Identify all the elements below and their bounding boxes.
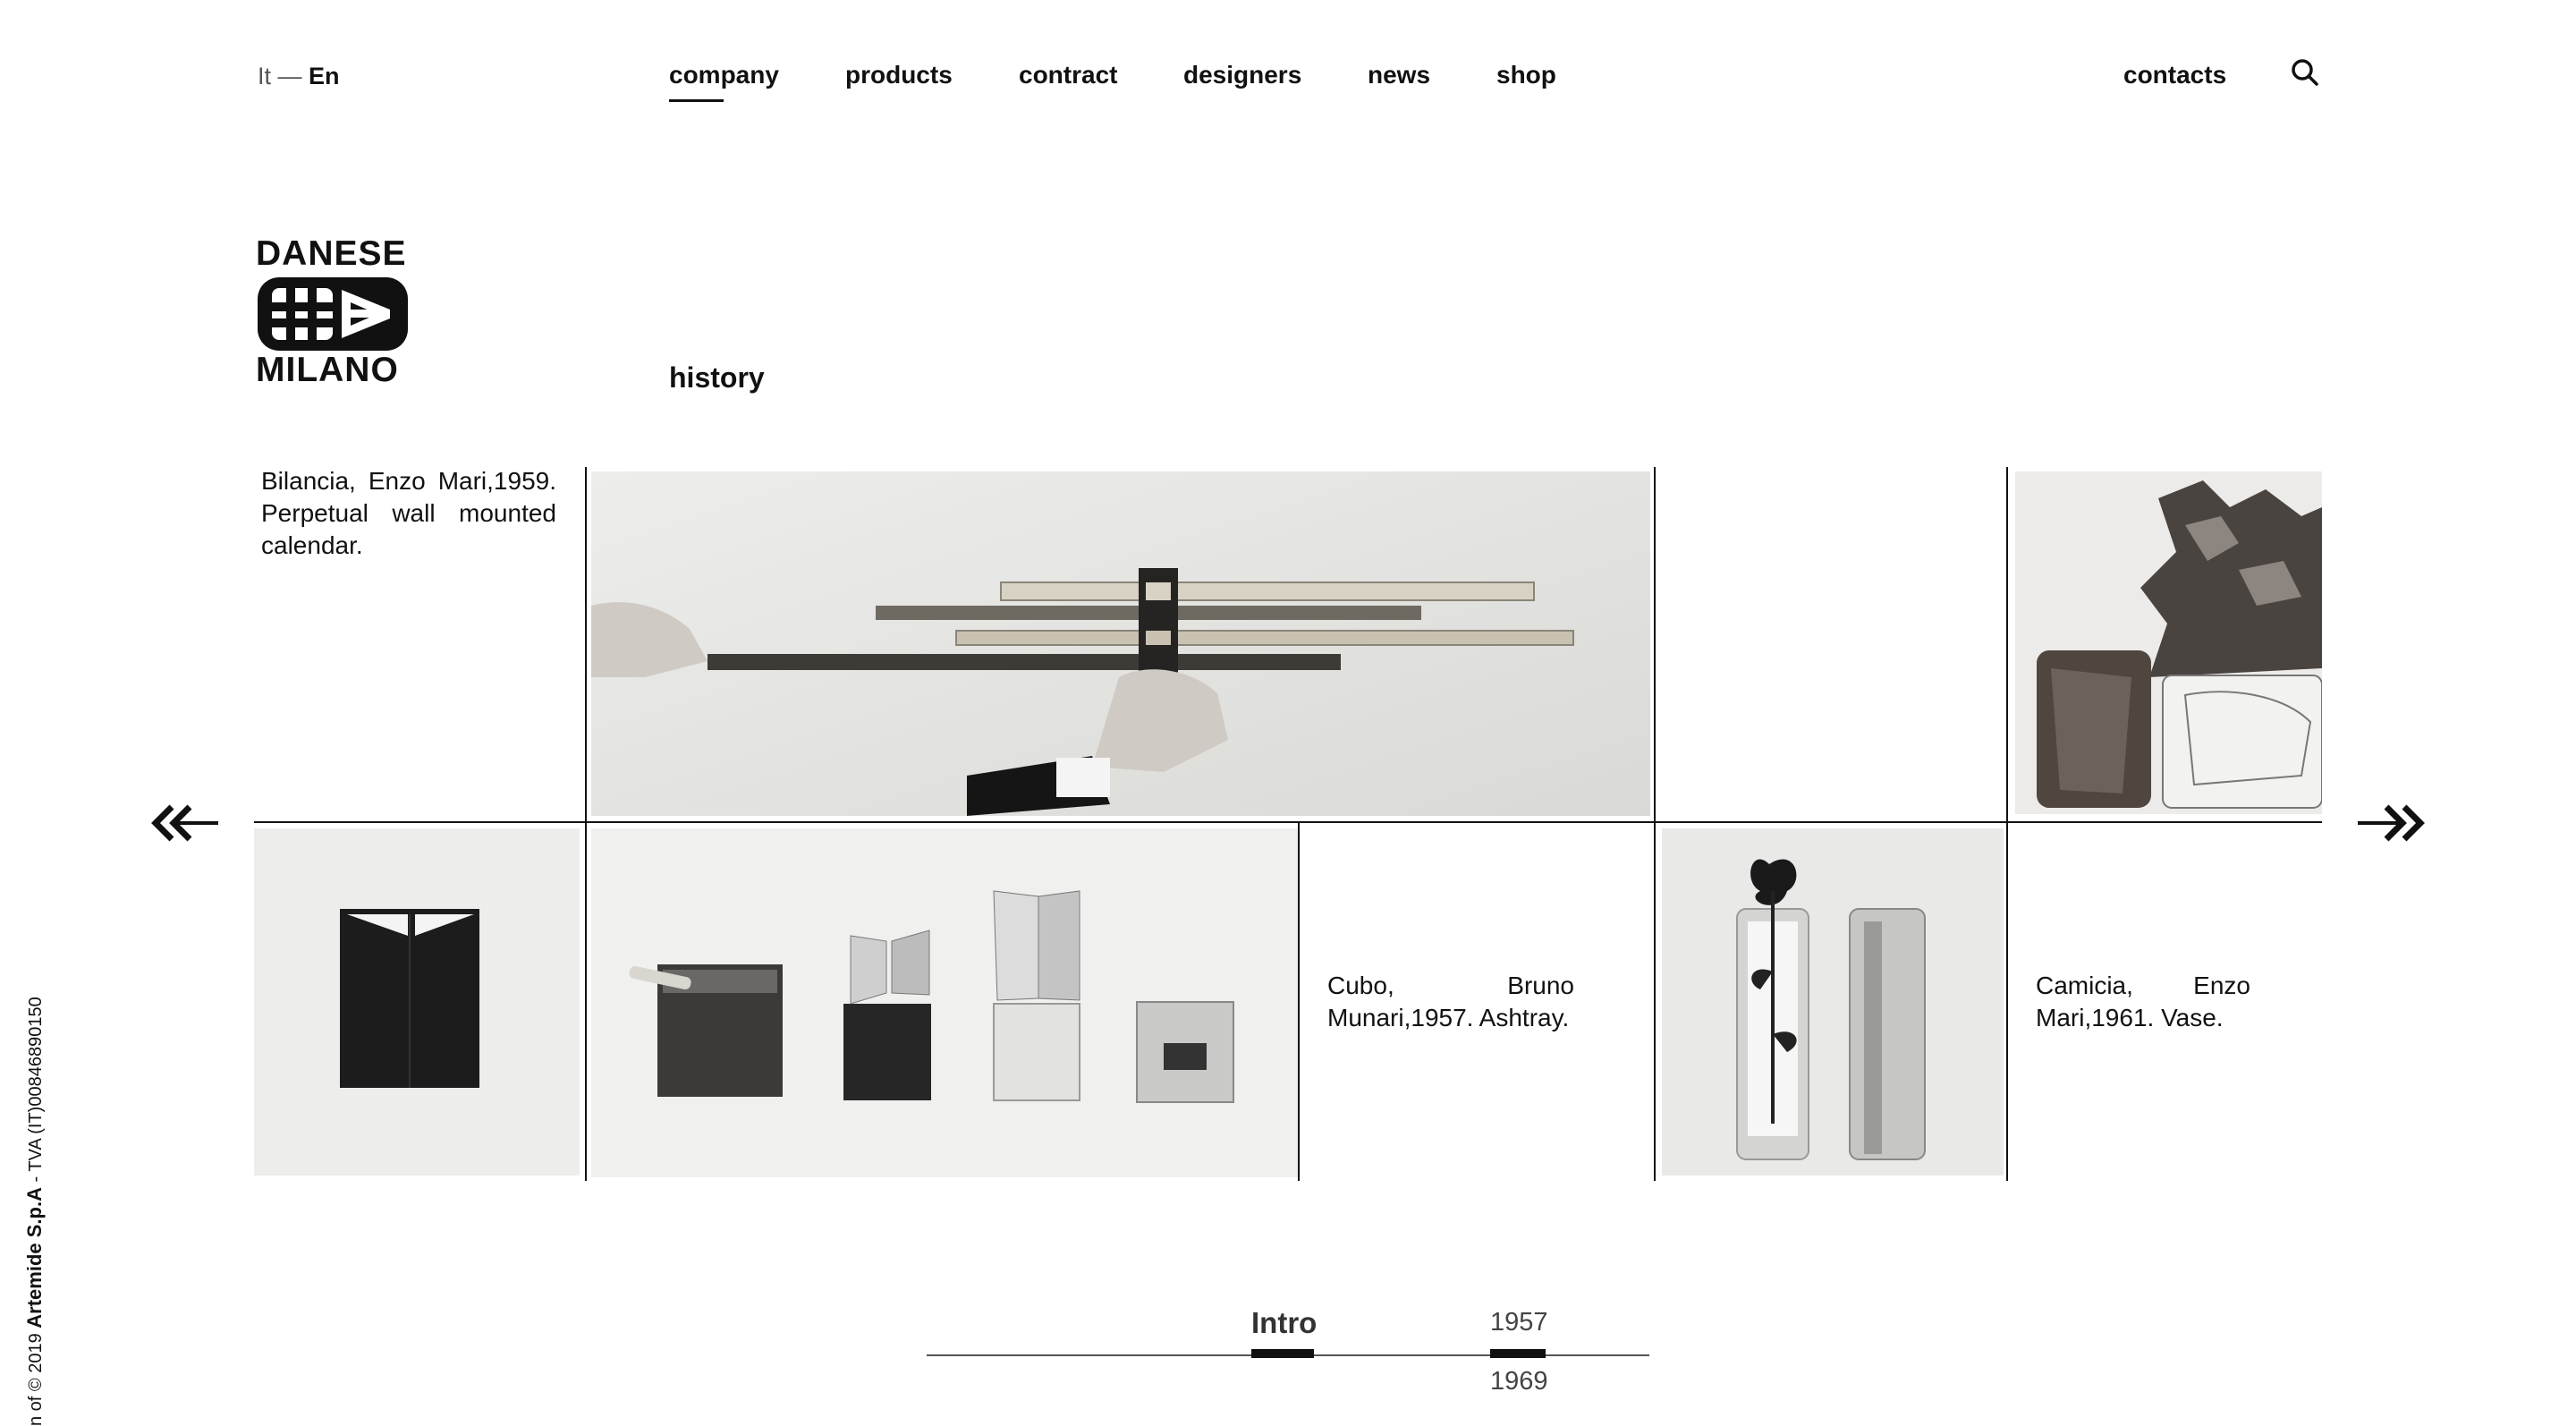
nav-active-underline (669, 99, 724, 102)
logo-emblem-icon (258, 277, 408, 351)
nav-products[interactable]: products (845, 61, 953, 89)
copyright-vat: - TVA (IT)00846890150 (26, 997, 46, 1188)
copyright-footer: n of © 2019 Artemide S.p.A - TVA (IT)008… (23, 997, 47, 1426)
gallery-divider (254, 821, 2322, 823)
nav-designers[interactable]: designers (1183, 61, 1301, 89)
nav-news[interactable]: news (1368, 61, 1430, 89)
nav-shop[interactable]: shop (1496, 61, 1556, 89)
nav-contacts[interactable]: contacts (2123, 61, 2226, 89)
timeline-year-1969[interactable]: 1969 (1490, 1367, 1548, 1396)
logo-word-bottom: MILANO (256, 351, 399, 389)
timeline-active-marker (1251, 1349, 1314, 1358)
grid-divider (2006, 467, 2008, 1181)
copyright-company[interactable]: Artemide S.p.A (23, 1187, 46, 1328)
grid-divider (585, 467, 587, 1181)
camicia-vase-photo[interactable] (1662, 828, 2004, 1176)
grid-divider (1654, 467, 1656, 1181)
search-icon[interactable] (2290, 57, 2320, 88)
animal-puzzle-photo[interactable] (2015, 471, 2322, 814)
page-section-title: history (669, 361, 765, 394)
lang-en-link[interactable]: En (309, 63, 340, 89)
lang-it-link[interactable]: It (258, 63, 271, 89)
caption-bilancia: Bilancia, Enzo Mari,1959. Perpetual wall… (261, 467, 556, 559)
timeline-intro[interactable]: Intro (1251, 1306, 1317, 1340)
caption-cubo: Cubo, Bruno Munari,1957. Ashtray. (1327, 972, 1574, 1031)
double-chevron-left-icon[interactable] (150, 803, 222, 843)
nav-contract[interactable]: contract (1019, 61, 1117, 89)
language-switcher: It — En (258, 63, 340, 90)
timeline-year-marker (1490, 1349, 1546, 1358)
copyright-prefix: n of © 2019 (26, 1328, 46, 1426)
caption-camicia: Camicia, Enzo Mari,1961. Vase. (2036, 972, 2250, 1031)
double-chevron-right-icon[interactable] (2354, 803, 2426, 843)
lang-separator: — (271, 63, 309, 89)
timeline-year-1957[interactable]: 1957 (1490, 1308, 1548, 1337)
logo-word-top: DANESE (256, 234, 407, 273)
bilancia-calendar-photo[interactable] (591, 471, 1650, 816)
grid-divider (1298, 823, 1300, 1181)
cubo-ashtray-photo[interactable] (254, 828, 580, 1176)
nav-company[interactable]: company (669, 61, 779, 102)
nav-company-label: company (669, 61, 779, 89)
cubo-collection-photo[interactable] (591, 828, 1298, 1177)
danese-logo[interactable]: DANESE MILANO (256, 236, 411, 388)
